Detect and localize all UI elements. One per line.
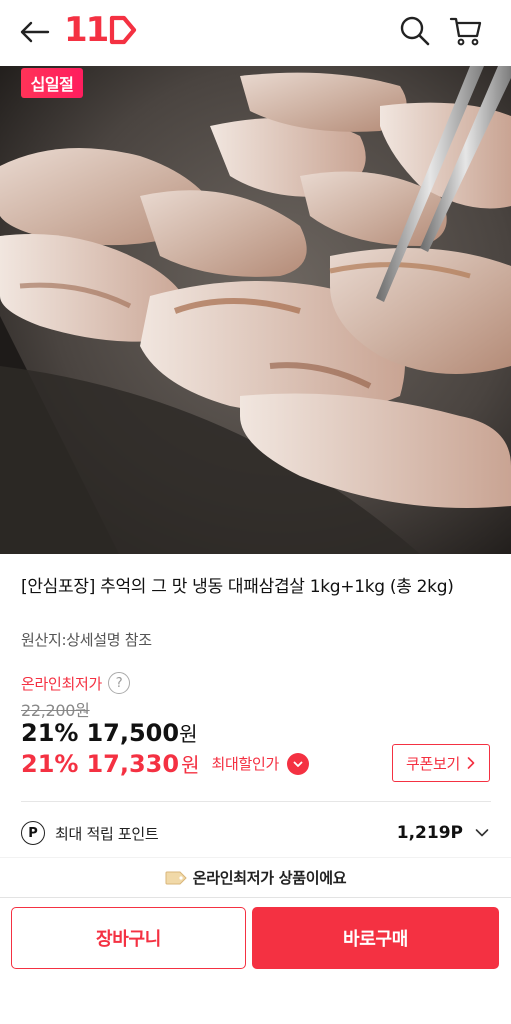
lowest-price-label: 온라인최저가 ? xyxy=(21,672,131,694)
max-discount-rate: 21% xyxy=(21,749,79,778)
discount-rate: 21% xyxy=(21,719,79,747)
section-divider xyxy=(21,801,491,802)
chevron-down-icon[interactable] xyxy=(473,824,491,842)
logo-text: 11 xyxy=(64,10,109,50)
promo-badge: 십일절 xyxy=(21,68,83,98)
product-image[interactable] xyxy=(0,66,511,554)
chevron-right-icon xyxy=(467,757,475,769)
max-price-unit: 원 xyxy=(181,753,200,777)
max-discount-label: 최대할인가 xyxy=(211,755,279,773)
sale-price-unit: 원 xyxy=(179,722,198,746)
coupon-button[interactable]: 쿠폰보기 xyxy=(392,744,490,782)
sale-price-amount: 17,500 xyxy=(86,719,180,747)
coupon-button-label: 쿠폰보기 xyxy=(405,754,460,773)
grilled-pork-photo xyxy=(0,66,511,554)
origin-info: 원산지:상세설명 참조 xyxy=(21,631,152,649)
help-icon[interactable]: ? xyxy=(108,672,131,694)
arrow-left-icon xyxy=(20,21,50,43)
notice-text: 온라인최저가 상품이에요 xyxy=(192,869,347,887)
logo-arrow-icon xyxy=(110,15,137,45)
chevron-down-icon[interactable] xyxy=(287,752,309,775)
max-price-amount: 17,330 xyxy=(86,749,180,778)
bottom-bar-divider xyxy=(0,897,511,898)
price-tag-icon xyxy=(165,871,187,884)
lowest-price-notice: 온라인최저가 상품이에요 xyxy=(0,857,511,897)
point-icon: P xyxy=(21,821,45,845)
cart-icon xyxy=(449,17,482,46)
sale-price: 17,500원 xyxy=(86,718,197,747)
sale-price-row: 21% 17,500원 xyxy=(21,718,197,747)
add-to-cart-button[interactable]: 장바구니 xyxy=(11,907,246,969)
logo-11st[interactable]: 11 xyxy=(64,8,137,52)
points-row[interactable]: P 최대 적립 포인트 1,219P xyxy=(21,814,491,852)
max-discount-row: 21% 17,330 원 최대할인가 xyxy=(21,749,309,778)
top-header: 11 xyxy=(0,0,511,66)
lowest-price-text: 온라인최저가 xyxy=(21,674,103,693)
search-icon xyxy=(400,16,430,46)
product-title: [안심포장] 추억의 그 맛 냉동 대패삼겹살 1kg+1kg (총 2kg) xyxy=(21,577,454,597)
points-value: 1,219P xyxy=(396,823,463,843)
back-button[interactable] xyxy=(14,14,54,50)
cart-button[interactable] xyxy=(446,11,486,51)
search-button[interactable] xyxy=(396,12,434,50)
buy-now-button[interactable]: 바로구매 xyxy=(252,907,499,969)
points-label: 최대 적립 포인트 xyxy=(55,824,159,843)
